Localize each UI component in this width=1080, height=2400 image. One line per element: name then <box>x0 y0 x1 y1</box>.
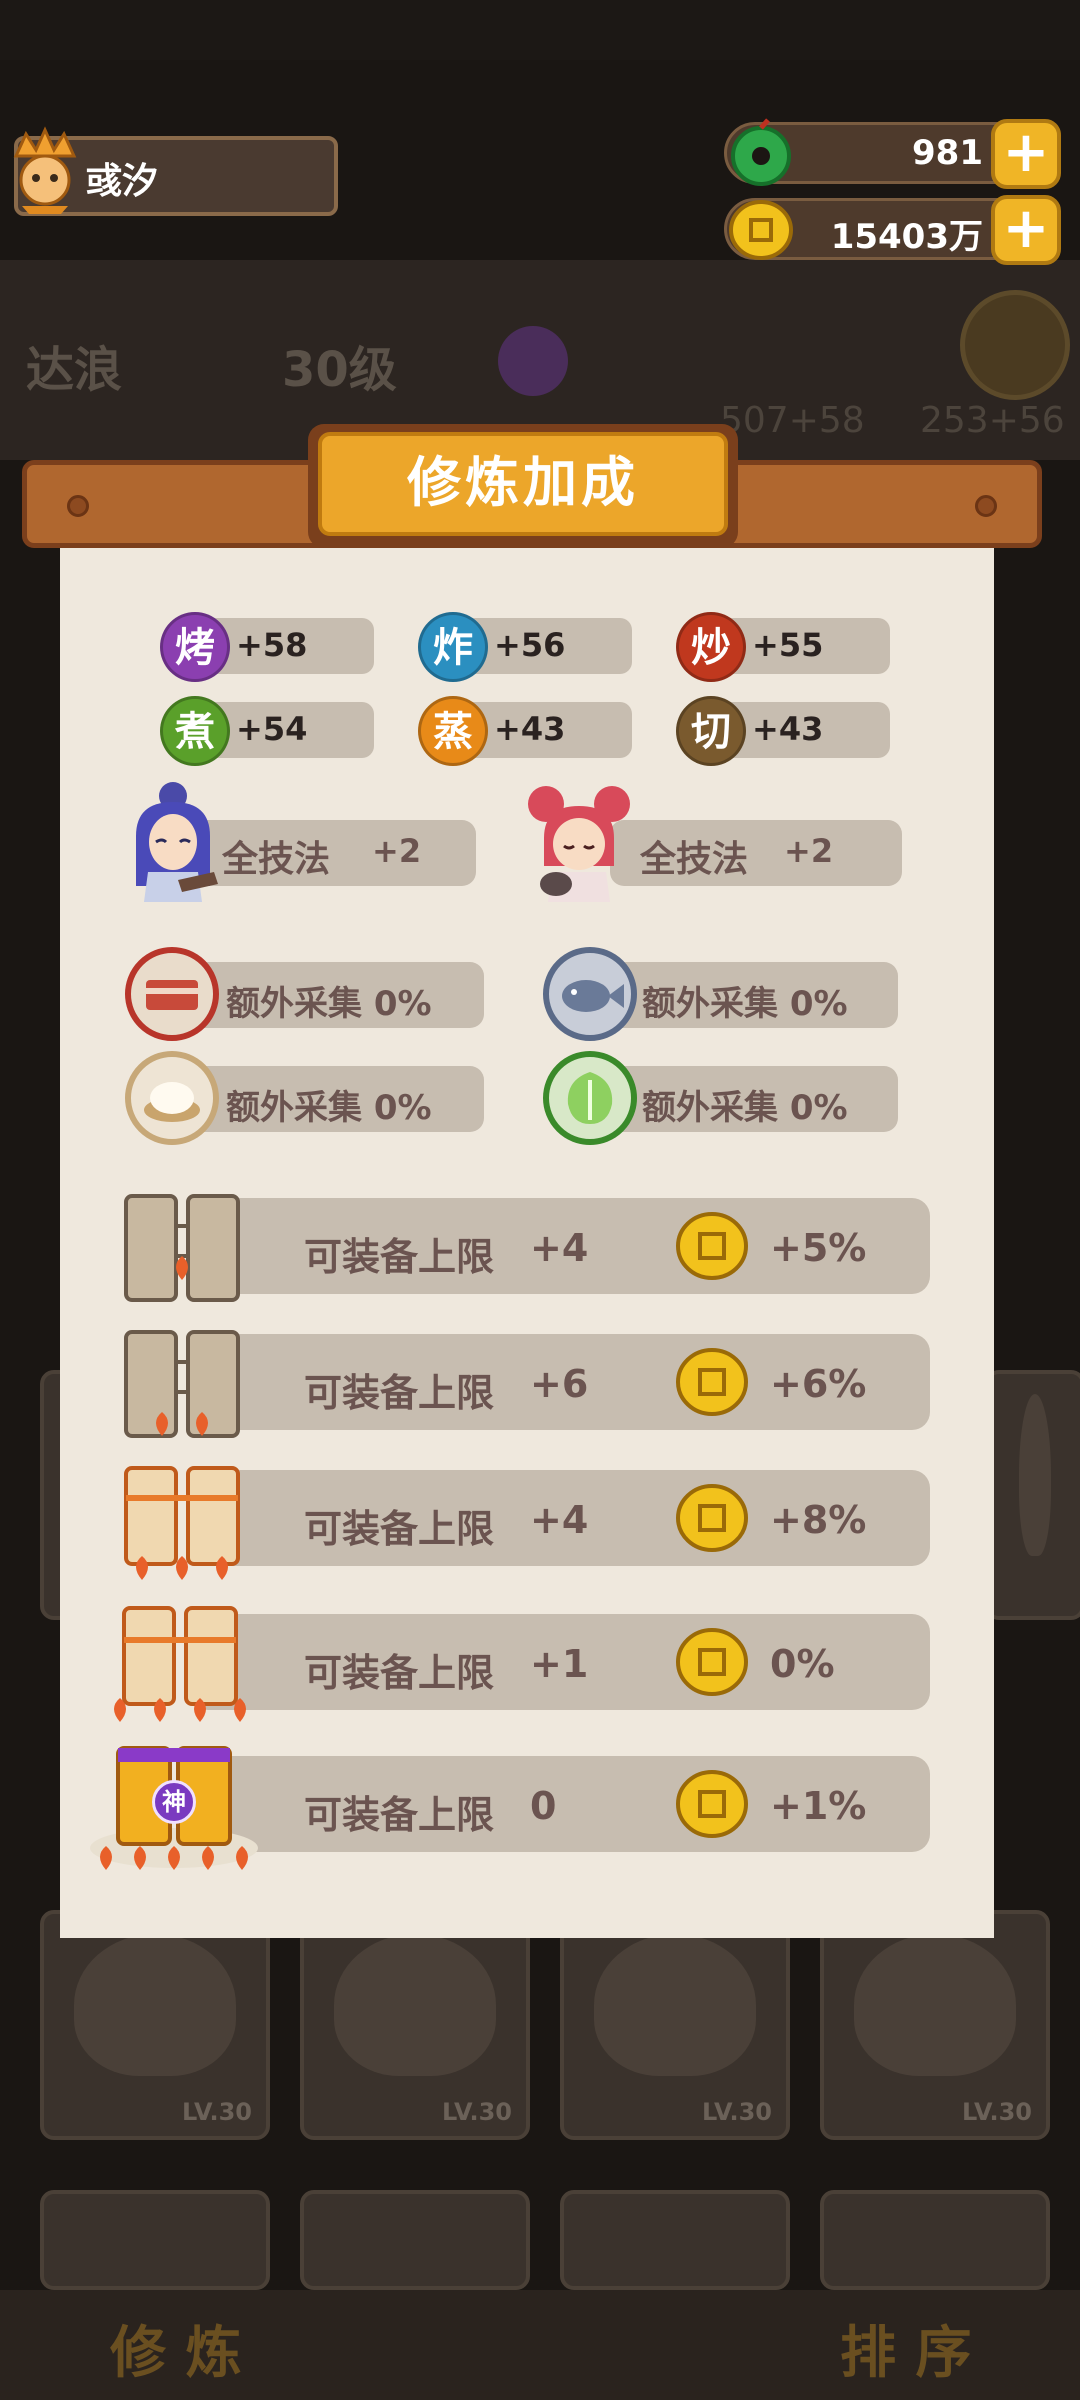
gold-coin-icon <box>729 200 793 260</box>
gather-bonus-label: 额外采集 0% <box>226 984 432 1024</box>
equip-limit-label: 可装备上限 <box>304 1793 495 1837</box>
equip-limit-label: 可装备上限 <box>304 1235 495 1279</box>
male-chef-avatar-icon <box>136 782 218 902</box>
status-area <box>0 0 1080 60</box>
bg-hero-card <box>560 2190 790 2290</box>
bg-hero-card: LV.30 <box>40 1910 270 2140</box>
coin-bonus-value: +8% <box>770 1498 867 1542</box>
cut-icon: 切 <box>676 696 746 766</box>
bg-hero-card <box>300 2190 530 2290</box>
bg-hero-card: LV.30 <box>560 1910 790 2140</box>
dialog-title: 修炼加成 <box>318 432 728 536</box>
scroll-grade4-icon <box>114 1606 246 1722</box>
coin-bonus-value: 0% <box>770 1642 835 1686</box>
coin-add-button[interactable]: + <box>991 195 1061 265</box>
gold-coin-icon <box>676 1348 748 1416</box>
roast-icon: 烤 <box>160 612 230 682</box>
rivet-icon <box>975 495 997 517</box>
bg-hero-level: 30级 <box>282 342 397 398</box>
boil-icon: 煮 <box>160 696 230 766</box>
character-bonus-value: +2 <box>784 832 834 870</box>
meat-icon <box>125 947 219 1041</box>
coin-bonus-value: +5% <box>770 1226 867 1270</box>
bg-hero-card <box>985 1370 1080 1620</box>
bg-stat-a: 507+58 <box>720 400 865 441</box>
steam-value: +43 <box>494 710 566 748</box>
bg-stat-b: 253+56 <box>920 400 1065 441</box>
player-name: 彧汐 <box>86 161 159 202</box>
coin-bonus-value: +6% <box>770 1362 867 1406</box>
bg-bottom-bar: 修 炼 排 序 <box>0 2290 1080 2400</box>
bg-skill-icon <box>498 326 568 396</box>
bg-hero-name: 达浪 <box>26 342 123 398</box>
character-bonus-label: 全技法 <box>640 839 749 880</box>
boil-value: +54 <box>236 710 308 748</box>
bg-sort-label: 排 序 <box>840 2321 972 2386</box>
bg-hero-card: LV.30 <box>820 1910 1050 2140</box>
bg-hero-card <box>820 2190 1050 2290</box>
flour-icon <box>125 1051 219 1145</box>
gold-coin-icon <box>676 1484 748 1552</box>
cabbage-icon <box>543 1051 637 1145</box>
gather-bonus-label: 额外采集 0% <box>226 1088 432 1128</box>
gather-bonus-label: 额外采集 0% <box>642 1088 848 1128</box>
fry-value: +56 <box>494 626 566 664</box>
rivet-icon <box>67 495 89 517</box>
equip-limit-label: 可装备上限 <box>304 1507 495 1551</box>
character-bonus-value: +2 <box>372 832 422 870</box>
gold-coin-icon <box>676 1212 748 1280</box>
stirfry-value: +55 <box>752 626 824 664</box>
jade-add-button[interactable]: + <box>991 119 1061 189</box>
equip-limit-value: +6 <box>530 1362 589 1406</box>
coin-value: 15403万 <box>830 217 983 257</box>
deep-fry-icon: 炸 <box>418 612 488 682</box>
scroll-grade3-icon <box>124 1466 240 1580</box>
legend-badge: 神 <box>152 1780 196 1824</box>
bg-cultivate-label: 修 炼 <box>110 2321 242 2386</box>
bg-hero-card <box>40 2190 270 2290</box>
equip-limit-value: 0 <box>530 1784 557 1828</box>
stir-fry-icon: 炒 <box>676 612 746 682</box>
female-chef-avatar-icon <box>528 786 630 902</box>
gold-coin-icon <box>676 1770 748 1838</box>
roast-value: +58 <box>236 626 308 664</box>
gold-coin-icon <box>676 1628 748 1696</box>
coin-bonus-value: +1% <box>770 1784 867 1828</box>
scroll-grade1-icon <box>124 1194 240 1302</box>
player-avatar-icon[interactable] <box>6 126 84 216</box>
equip-limit-label: 可装备上限 <box>304 1371 495 1415</box>
fish-icon <box>543 947 637 1041</box>
gather-bonus-label: 额外采集 0% <box>642 984 848 1024</box>
scroll-grade2-icon <box>124 1330 240 1438</box>
character-bonus-label: 全技法 <box>222 839 331 880</box>
steam-icon: 蒸 <box>418 696 488 766</box>
jade-value: 981 <box>912 133 983 173</box>
equip-limit-value: +4 <box>530 1226 589 1270</box>
equip-limit-value: +1 <box>530 1642 589 1686</box>
equip-limit-label: 可装备上限 <box>304 1651 495 1695</box>
cut-value: +43 <box>752 710 824 748</box>
bg-round-button <box>960 290 1070 400</box>
bg-hero-card: LV.30 <box>300 1910 530 2140</box>
equip-limit-value: +4 <box>530 1498 589 1542</box>
jade-icon <box>731 118 791 186</box>
